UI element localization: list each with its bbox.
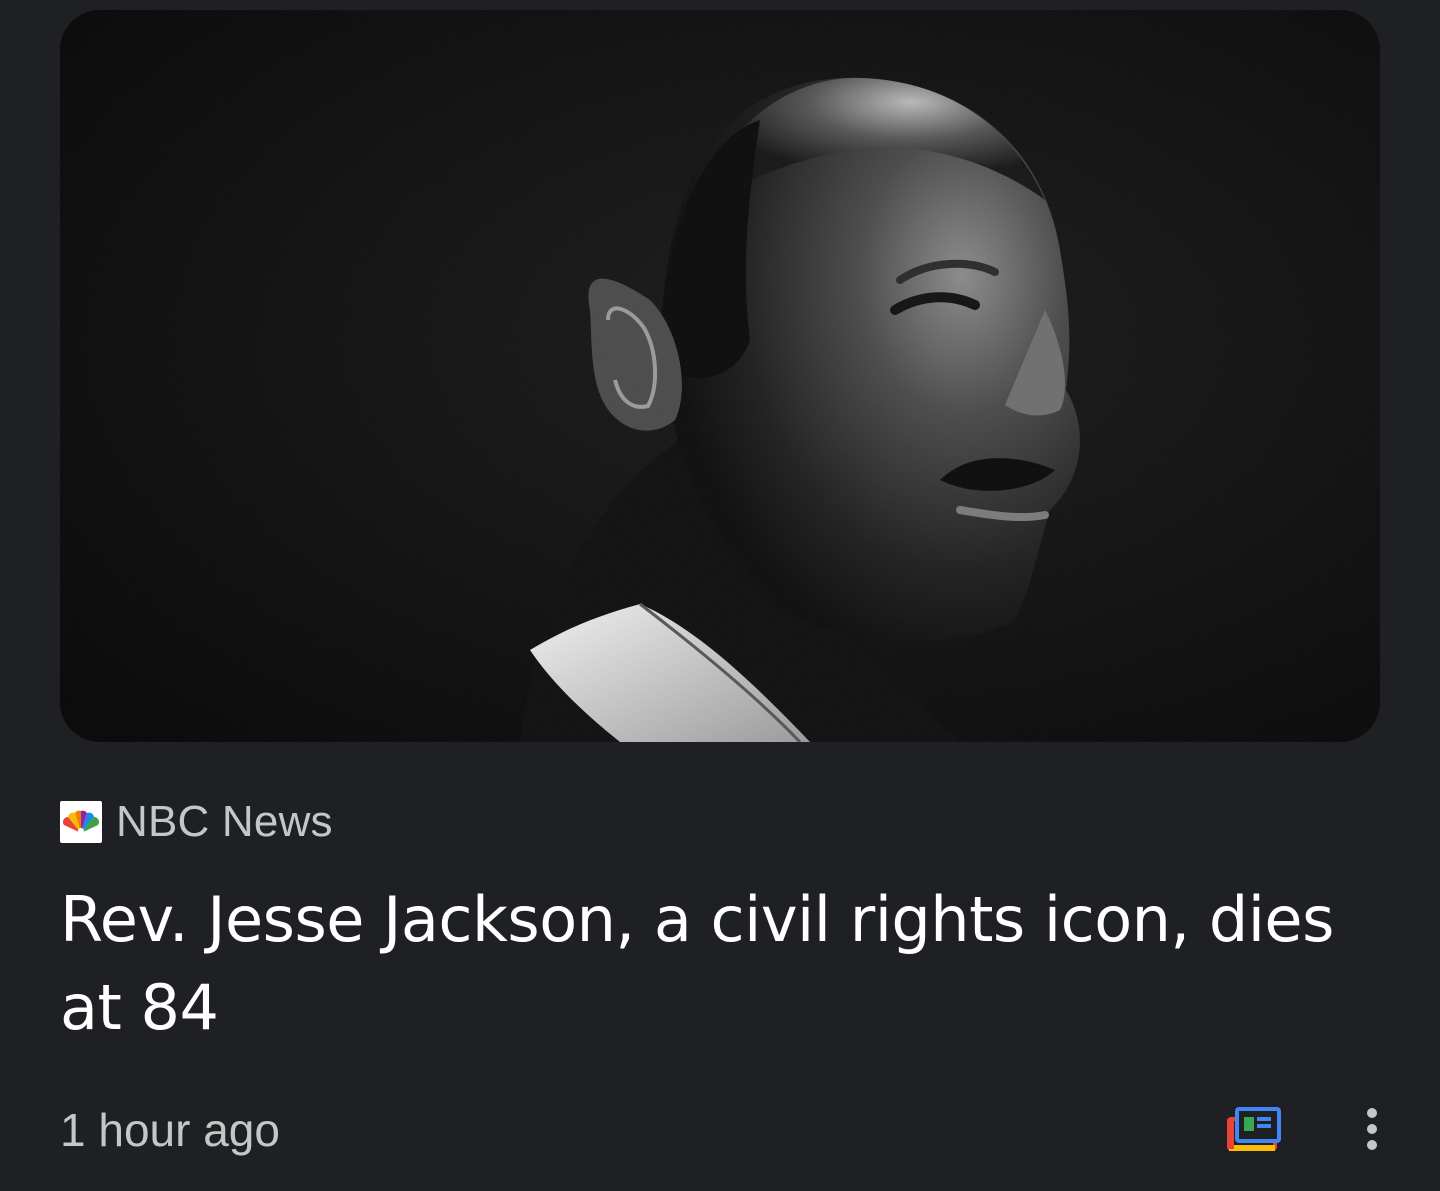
article-timestamp: 1 hour ago <box>60 1104 280 1156</box>
more-vertical-icon <box>1364 1107 1380 1154</box>
google-news-icon <box>1227 1105 1283 1156</box>
article-image[interactable] <box>60 10 1380 742</box>
full-coverage-button[interactable] <box>1220 1100 1290 1160</box>
source-name[interactable]: NBC News <box>116 796 333 848</box>
nbc-peacock-icon <box>60 801 102 843</box>
more-options-button[interactable] <box>1346 1100 1398 1160</box>
source-row: NBC News <box>60 796 333 848</box>
article-headline[interactable]: Rev. Jesse Jackson, a civil rights icon,… <box>60 876 1350 1052</box>
news-card[interactable]: NBC News Rev. Jesse Jackson, a civil rig… <box>0 0 1440 1191</box>
portrait-photo <box>60 10 1380 742</box>
